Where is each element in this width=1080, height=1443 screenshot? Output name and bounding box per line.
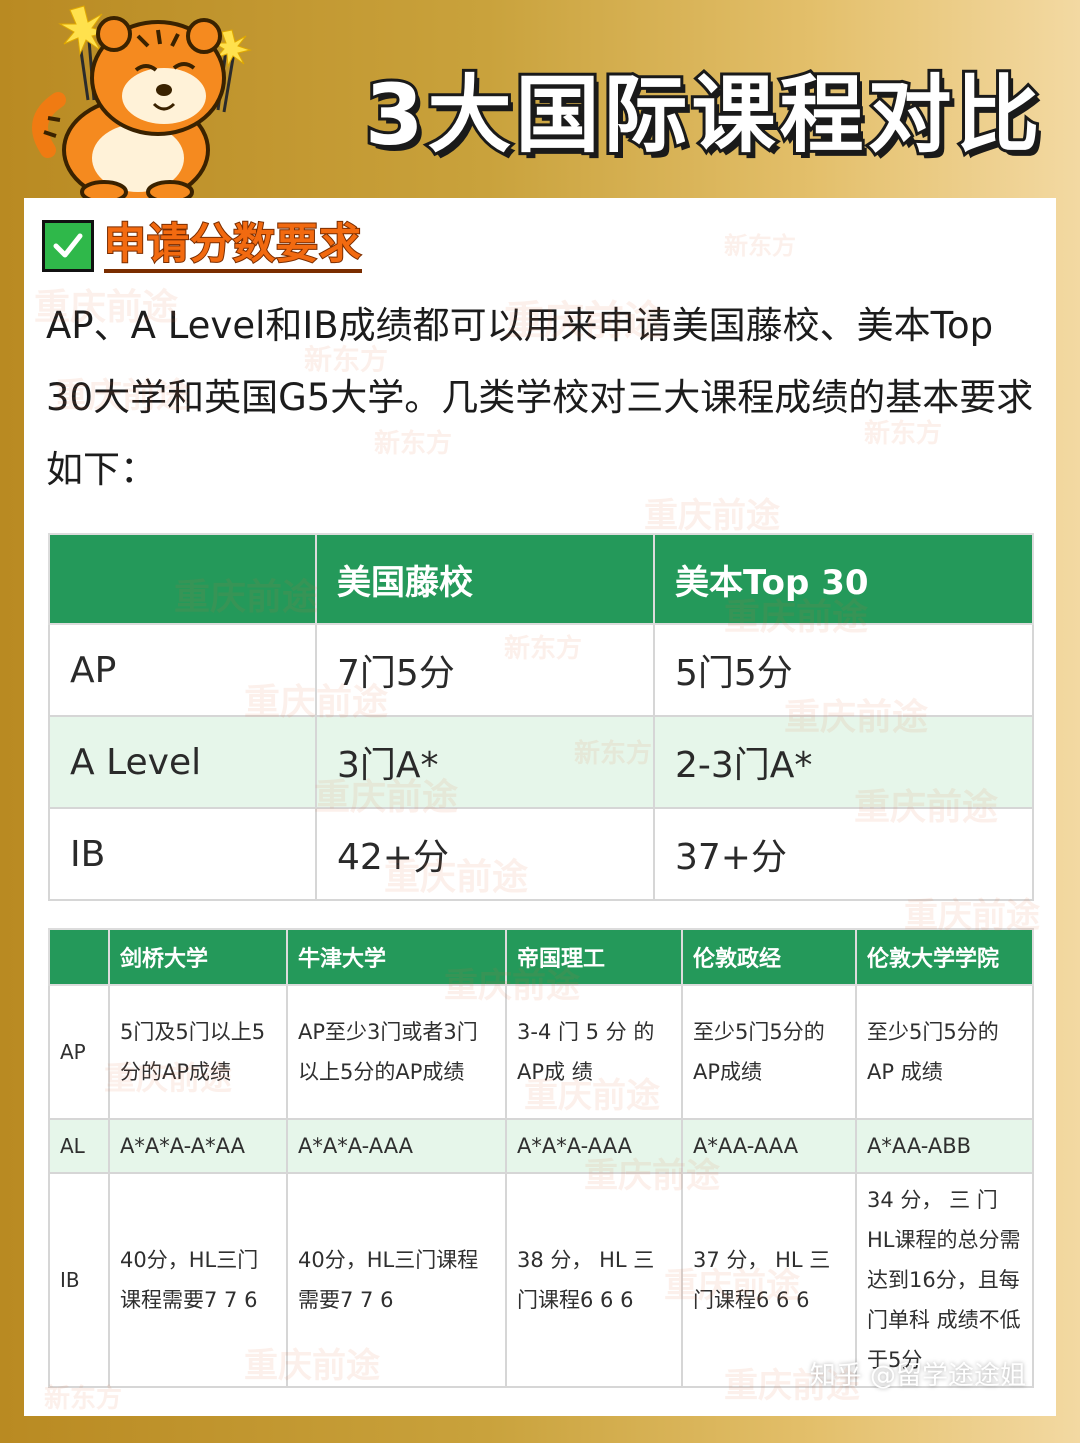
table-cell: A*A*A-A*AA	[108, 1118, 288, 1174]
table-cell: 3-4 门 5 分 的 AP成 绩	[505, 984, 683, 1120]
table-cell: 38 分， HL 三门课程6 6 6	[505, 1172, 683, 1388]
column-header-us-top30: 美本Top 30	[653, 533, 1034, 625]
column-header-ucl: 伦敦大学学院	[855, 928, 1034, 986]
table-header-row: 剑桥大学 牛津大学 帝国理工 伦敦政经 伦敦大学学院	[48, 928, 1034, 986]
table-row: AL A*A*A-A*AA A*A*A-AAA A*A*A-AAA A*AA-A…	[48, 1118, 1034, 1174]
table-cell: A*AA-AAA	[681, 1118, 857, 1174]
column-header-imperial: 帝国理工	[505, 928, 683, 986]
table-cell: AP至少3门或者3门以上5分的AP成绩	[286, 984, 507, 1120]
table-row: A Level 3门A* 2-3门A*	[48, 715, 1034, 809]
section-title: 申请分数要求	[103, 218, 363, 273]
row-label: AP	[48, 984, 110, 1120]
table-cell: 3门A*	[315, 715, 655, 809]
column-header-oxford: 牛津大学	[286, 928, 507, 986]
table-cell: 7门5分	[315, 623, 655, 717]
table-row: AP 7门5分 5门5分	[48, 623, 1034, 717]
checkmark-icon	[42, 220, 94, 272]
intro-paragraph: AP、A Level和IB成绩都可以用来申请美国藤校、美本Top 30大学和英国…	[46, 304, 1034, 491]
us-requirements-table: 美国藤校 美本Top 30 AP 7门5分 5门5分 A Level 3门A* …	[48, 533, 1034, 901]
table-row: AP 5门及5门以上5 分的AP成绩 AP至少3门或者3门以上5分的AP成绩 3…	[48, 984, 1034, 1120]
table-cell: 40分，HL三门课程需要7 7 6	[108, 1172, 288, 1388]
row-label: AP	[48, 623, 317, 717]
table-cell: A*A*A-AAA	[505, 1118, 683, 1174]
section-heading: 申请分数要求	[42, 218, 363, 274]
row-label: AL	[48, 1118, 110, 1174]
page-title: 3大国际课程对比	[362, 63, 1044, 167]
table-cell: 至少5门5分的AP 成绩	[855, 984, 1034, 1120]
row-label: IB	[48, 807, 317, 901]
table-cell: 5门5分	[653, 623, 1034, 717]
table-cell: 2-3门A*	[653, 715, 1034, 809]
table-cell: 37+分	[653, 807, 1034, 901]
table-header-row: 美国藤校 美本Top 30	[48, 533, 1034, 625]
table-cell: 42+分	[315, 807, 655, 901]
table-cell: 至少5门5分的AP成绩	[681, 984, 857, 1120]
column-header-cambridge: 剑桥大学	[108, 928, 288, 986]
table-cell: A*AA-ABB	[855, 1118, 1034, 1174]
column-header	[48, 928, 110, 986]
content-card: 重庆前途 新东方 重庆前途 新东方 重庆前途 新东方 新东方 重庆前途 重庆前途…	[24, 198, 1056, 1416]
tiger-mascot-icon	[32, 5, 252, 200]
author-credit: 知乎 @留学途途姐	[809, 1361, 1026, 1391]
table-row: IB 42+分 37+分	[48, 807, 1034, 901]
column-header-us-ivy: 美国藤校	[315, 533, 655, 625]
column-header-lse: 伦敦政经	[681, 928, 857, 986]
row-label: A Level	[48, 715, 317, 809]
uk-g5-requirements-table: 剑桥大学 牛津大学 帝国理工 伦敦政经 伦敦大学学院 AP 5门及5门以上5 分…	[48, 928, 1034, 1388]
column-header	[48, 533, 317, 625]
watermark: 新东方	[724, 232, 796, 260]
row-label: IB	[48, 1172, 110, 1388]
table-cell: 5门及5门以上5 分的AP成绩	[108, 984, 288, 1120]
table-cell: A*A*A-AAA	[286, 1118, 507, 1174]
table-cell: 40分，HL三门课程需要7 7 6	[286, 1172, 507, 1388]
